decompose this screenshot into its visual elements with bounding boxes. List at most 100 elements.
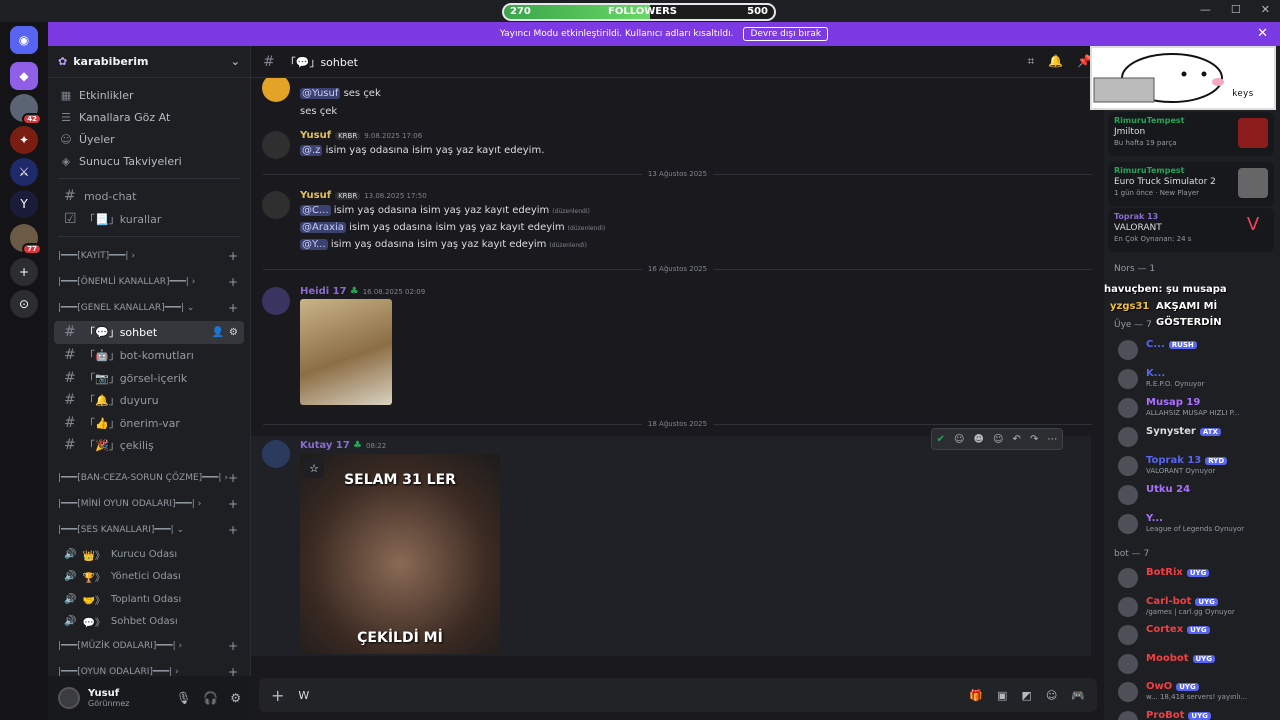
bell-icon[interactable]: 🔔 bbox=[1048, 54, 1063, 69]
avatar[interactable] bbox=[58, 687, 80, 709]
emoji-icon[interactable]: ☺ bbox=[1046, 689, 1057, 702]
gear-icon[interactable]: ⚙ bbox=[230, 691, 241, 705]
reply-icon[interactable]: ↶ bbox=[1012, 434, 1020, 445]
maximize-icon[interactable]: ☐ bbox=[1231, 3, 1241, 16]
member-row[interactable]: K... R.E.P.O. Oynuyor bbox=[1118, 367, 1278, 391]
add-channel-icon[interactable]: + bbox=[228, 497, 238, 511]
message-author[interactable]: Yusuf bbox=[300, 190, 331, 201]
nav-browse-channels[interactable]: ☰ Kanallara Göz At bbox=[48, 106, 250, 128]
cat-image-attachment[interactable] bbox=[300, 299, 392, 405]
gift-icon[interactable]: 🎁 bbox=[969, 689, 983, 702]
activity-card[interactable]: Toprak 13 VALORANT En Çok Oynanan: 24 s … bbox=[1108, 208, 1274, 252]
server-karabiberim-icon[interactable]: ◆ bbox=[10, 62, 38, 90]
emoji-reaction-icon[interactable]: ☻ bbox=[973, 434, 983, 445]
message-list[interactable]: @Yusuf ses çek ses çek Yusuf KRBR 9.08.202… bbox=[251, 78, 1104, 676]
add-reaction-icon[interactable]: ☺ bbox=[993, 434, 1003, 445]
member-row[interactable]: Utku 24 bbox=[1118, 483, 1278, 507]
activity-card[interactable]: RimuruTempest Jmilton Bu hafta 19 parça bbox=[1108, 112, 1274, 156]
member-row[interactable]: ProBot UYG bbox=[1118, 709, 1278, 720]
forward-icon[interactable]: ↷ bbox=[1030, 434, 1038, 445]
channel-cekilis[interactable]: # 「🎉」çekiliş bbox=[54, 434, 244, 457]
server-icon-5[interactable]: Y bbox=[10, 190, 38, 218]
category-genel[interactable]: |━━━[GENEL KANALLAR]━━━| ⌄ + bbox=[48, 295, 250, 321]
disable-streamer-mode-button[interactable]: Devre dışı bırak bbox=[743, 27, 829, 41]
channel-onerim-var[interactable]: # 「👍」önerim-var bbox=[54, 412, 244, 435]
member-row[interactable]: Moobot UYG bbox=[1118, 652, 1278, 676]
gif-icon[interactable]: ▣ bbox=[997, 689, 1007, 702]
headphones-icon[interactable]: 🎧 bbox=[203, 691, 218, 705]
message-author[interactable]: Yusuf bbox=[300, 130, 331, 141]
server-icon-2[interactable]: 42 bbox=[10, 94, 42, 125]
user-mention[interactable]: @.z bbox=[300, 145, 323, 156]
check-reaction-icon[interactable]: ✔ bbox=[937, 434, 945, 445]
server-icon-4[interactable]: ⚔ bbox=[10, 158, 38, 186]
message-author[interactable]: Kutay 17 bbox=[300, 440, 350, 451]
channel-mod-chat[interactable]: # mod-chat bbox=[54, 185, 244, 208]
more-icon[interactable]: ⋯ bbox=[1047, 434, 1057, 445]
member-row[interactable]: C... RUSH bbox=[1118, 338, 1278, 362]
discord-home-icon[interactable]: ◉ bbox=[10, 26, 38, 54]
attach-plus-icon[interactable]: + bbox=[271, 686, 284, 705]
meme-image-attachment[interactable]: ☆ SELAM 31 LER ÇEKİLDİ Mİ bbox=[300, 454, 500, 654]
avatar[interactable] bbox=[262, 287, 290, 315]
add-channel-icon[interactable]: + bbox=[228, 523, 238, 537]
user-mention[interactable]: @Yusuf bbox=[300, 88, 341, 99]
member-row[interactable]: OwO UYG w... 18,418 servers! yayınlı... bbox=[1118, 680, 1278, 704]
add-channel-icon[interactable]: + bbox=[228, 639, 238, 653]
category-ses[interactable]: |━━━[SES KANALLARI]━━━| ⌄ + bbox=[48, 517, 250, 543]
channel-gorsel-icerik[interactable]: # 「📷」görsel-içerik bbox=[54, 366, 244, 389]
minimize-icon[interactable]: — bbox=[1200, 3, 1211, 16]
add-channel-icon[interactable]: + bbox=[228, 471, 238, 485]
microphone-icon[interactable]: 🎙 bbox=[176, 691, 191, 705]
nav-boosts[interactable]: ◈ Sunucu Takviyeleri bbox=[48, 150, 250, 172]
close-window-icon[interactable]: ✕ bbox=[1261, 3, 1270, 16]
channel-kurallar[interactable]: ☑ 「📃」kurallar bbox=[54, 208, 244, 231]
voice-toplanti[interactable]: 🔊 🤝》 Toplantı Odası bbox=[54, 588, 244, 611]
message-input[interactable] bbox=[298, 688, 956, 702]
avatar[interactable] bbox=[262, 440, 290, 468]
server-header[interactable]: ✿ karabiberim ⌄ bbox=[48, 46, 250, 78]
threads-icon[interactable]: ⌗ bbox=[1027, 54, 1034, 69]
member-row[interactable]: Synyster ATX bbox=[1118, 425, 1278, 449]
voice-kurucu[interactable]: 🔊 👑》 Kurucu Odası bbox=[54, 543, 244, 566]
channel-sohbet[interactable]: # 「💬」sohbet 👤 ⚙ bbox=[54, 321, 244, 344]
server-folder-icon[interactable]: 77 bbox=[10, 224, 42, 255]
message-author[interactable]: Heidi 17 bbox=[300, 286, 347, 297]
add-channel-icon[interactable]: + bbox=[228, 275, 238, 289]
invite-icon[interactable]: 👤 bbox=[212, 327, 224, 338]
activity-card[interactable]: RimuruTempest Euro Truck Simulator 2 1 g… bbox=[1108, 162, 1274, 206]
voice-sohbet[interactable]: 🔊 💬》 Sohbet Odası bbox=[54, 611, 244, 634]
avatar[interactable] bbox=[262, 191, 290, 219]
category-muzik[interactable]: |━━━[MÜZİK ODALARI]━━━| › + bbox=[48, 633, 250, 659]
category-kayit[interactable]: |━━━[KAYIT]━━━| › + bbox=[48, 243, 250, 269]
sticker-icon[interactable]: ◩ bbox=[1021, 689, 1031, 702]
chevron-down-icon[interactable]: ⌄ bbox=[231, 55, 240, 68]
activity-icon[interactable]: 🎮 bbox=[1071, 689, 1085, 702]
member-row[interactable]: Carl-bot UYG/games | carl.gg Oynuyor bbox=[1118, 595, 1278, 619]
discover-icon[interactable]: ⊙ bbox=[10, 290, 38, 318]
user-mention[interactable]: @C... bbox=[300, 205, 331, 216]
voice-yonetici[interactable]: 🔊 🏆》 Yönetici Odası bbox=[54, 565, 244, 588]
member-row[interactable]: Cortex UYG bbox=[1118, 623, 1278, 647]
nav-events[interactable]: ▦ Etkinlikler bbox=[48, 84, 250, 106]
user-mention[interactable]: @Y... bbox=[300, 239, 328, 250]
member-row[interactable]: BotRix UYG bbox=[1118, 566, 1278, 590]
category-mini[interactable]: |━━━[MİNİ OYUN ODALARI]━━━| › + bbox=[48, 491, 250, 517]
gear-icon[interactable]: ⚙ bbox=[229, 327, 238, 338]
add-channel-icon[interactable]: + bbox=[228, 249, 238, 263]
user-mention[interactable]: @Araxia bbox=[300, 222, 346, 233]
close-banner-icon[interactable]: ✕ bbox=[1257, 26, 1268, 41]
channel-bot-komutlari[interactable]: # 「🤖」bot-komutları bbox=[54, 344, 244, 367]
member-row[interactable]: Toprak 13 RYD VALORANT Oynuyor bbox=[1118, 454, 1278, 478]
nav-members[interactable]: ☺ Üyeler bbox=[48, 128, 250, 150]
add-channel-icon[interactable]: + bbox=[228, 301, 238, 315]
channel-duyuru[interactable]: # 「🔔」duyuru bbox=[54, 389, 244, 412]
category-ban[interactable]: |━━━[BAN-CEZA-SORUN ÇÖZME]━━━| › + bbox=[48, 465, 250, 491]
thinking-reaction-icon[interactable]: ☺ bbox=[954, 434, 964, 445]
category-onemli[interactable]: |━━━[ÖNEMLİ KANALLAR]━━━| › + bbox=[48, 269, 250, 295]
avatar[interactable] bbox=[262, 78, 290, 102]
avatar[interactable] bbox=[262, 131, 290, 159]
member-row[interactable]: Musap 19 ALLAHSIZ MUSAP HIZLI P... bbox=[1118, 396, 1278, 420]
member-row[interactable]: Y... League of Legends Oynuyor bbox=[1118, 512, 1278, 536]
add-server-icon[interactable]: + bbox=[10, 258, 38, 286]
